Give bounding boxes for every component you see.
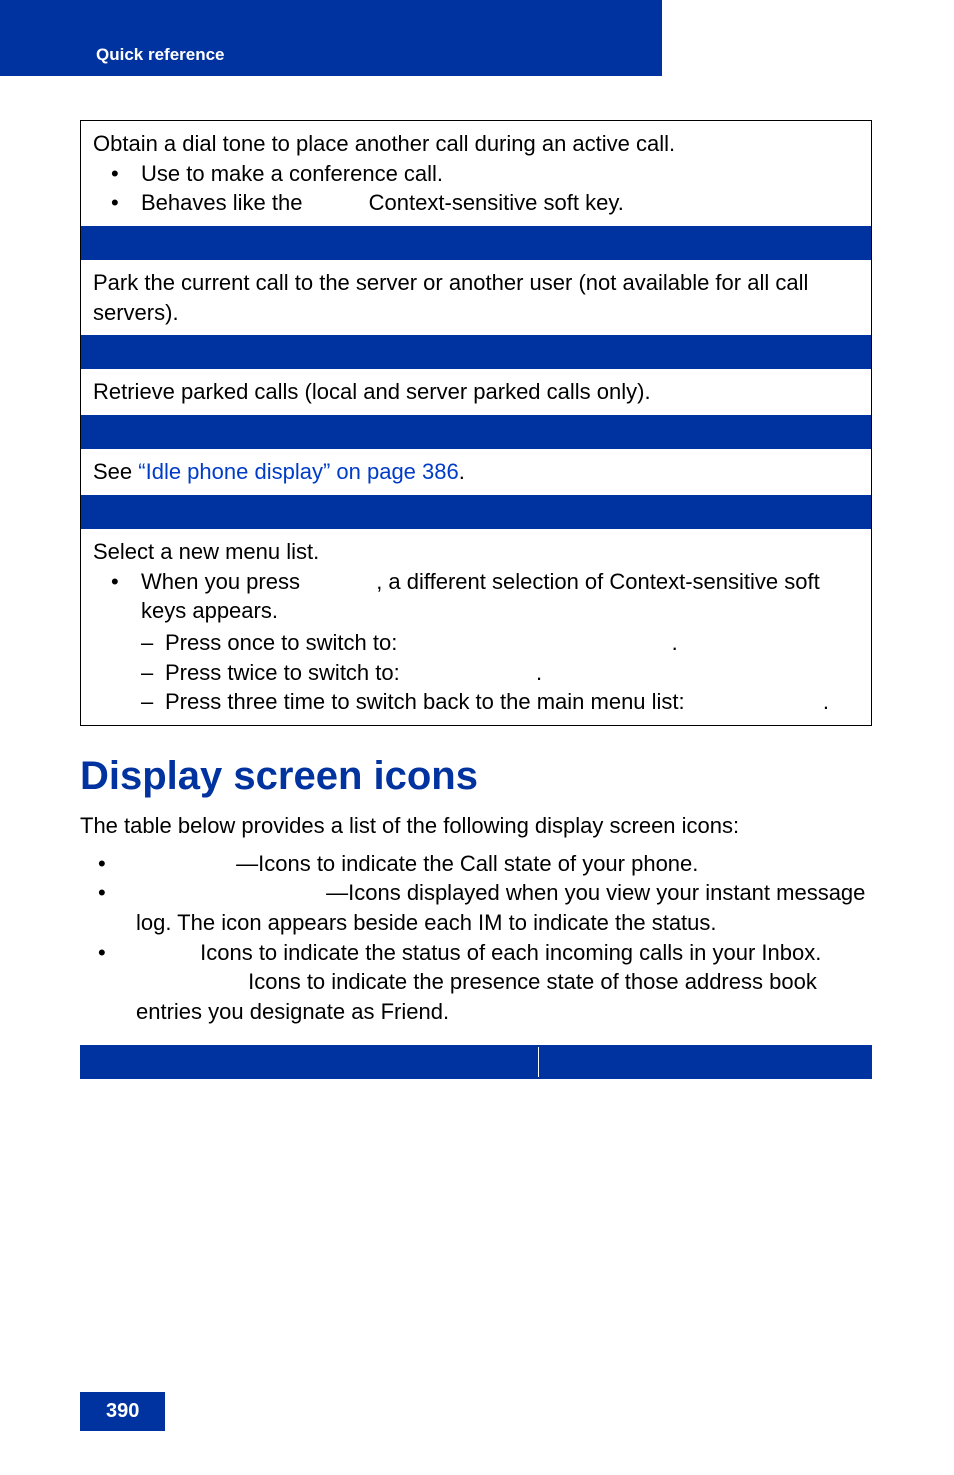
row2-text: Park the current call to the server or a… — [93, 270, 808, 325]
icon-table-col1 — [82, 1047, 539, 1077]
table-row: Park the current call to the server or a… — [81, 260, 871, 335]
list-item: —Icons displayed when you view your inst… — [80, 878, 872, 937]
bullet1-text: —Icons to indicate the Call state of you… — [236, 851, 698, 876]
icon-table-header — [80, 1045, 872, 1079]
table-header-blank — [81, 335, 871, 369]
table-row: Select a new menu list. When you press ,… — [81, 529, 871, 725]
row5-bullet-pre: When you press — [141, 569, 306, 594]
table-row: Retrieve parked calls (local and server … — [81, 369, 871, 415]
list-item: When you press , a different selection o… — [93, 567, 859, 717]
row5-sub2-post: . — [536, 660, 542, 685]
trailing-paragraph: Icons to indicate the presence state of … — [80, 967, 872, 1026]
row4-pre: See — [93, 459, 138, 484]
reference-table: Obtain a dial tone to place another call… — [80, 120, 872, 726]
page-number: 390 — [80, 1392, 165, 1431]
table-row: See “Idle phone display” on page 386. — [81, 449, 871, 495]
page-header-title: Quick reference — [96, 45, 225, 64]
row1-bullet2-pre: Behaves like the — [141, 190, 309, 215]
list-item: Icons to indicate the status of each inc… — [80, 938, 872, 968]
row5-line: Select a new menu list. — [93, 537, 859, 567]
list-item: Behaves like the Context-sensitive soft … — [93, 188, 859, 218]
list-item: Press once to switch to: . — [141, 628, 859, 658]
row4-post: . — [459, 459, 465, 484]
table-row: Obtain a dial tone to place another call… — [81, 121, 871, 226]
row5-sub3-pre: Press three time to switch back to the m… — [165, 689, 691, 714]
page-header-bar: Quick reference — [0, 0, 662, 76]
list-item: —Icons to indicate the Call state of you… — [80, 849, 872, 879]
icon-table-col2 — [539, 1047, 870, 1077]
table-header-blank — [81, 226, 871, 260]
row1-bullet1: Use to make a conference call. — [141, 161, 443, 186]
list-item: Press three time to switch back to the m… — [141, 687, 859, 717]
cross-reference-link[interactable]: “Idle phone display” on page 386 — [138, 459, 458, 484]
row1-bullet2-post: Context-sensitive soft key. — [369, 190, 624, 215]
list-item: Press twice to switch to: . — [141, 658, 859, 688]
tail-text: Icons to indicate the presence state of … — [136, 969, 817, 1024]
row5-sub3-post: . — [823, 689, 829, 714]
table-header-blank — [81, 415, 871, 449]
bullet2-text: —Icons displayed when you view your inst… — [136, 880, 865, 935]
row5-sub2-pre: Press twice to switch to: — [165, 660, 406, 685]
row3-text: Retrieve parked calls (local and server … — [93, 379, 651, 404]
page-content: Obtain a dial tone to place another call… — [80, 120, 872, 1079]
section-heading: Display screen icons — [80, 754, 872, 799]
row1-line: Obtain a dial tone to place another call… — [93, 129, 859, 159]
table-header-blank — [81, 495, 871, 529]
section-intro: The table below provides a list of the f… — [80, 811, 872, 841]
bullet3-text: Icons to indicate the status of each inc… — [200, 940, 821, 965]
row5-sub1-pre: Press once to switch to: — [165, 630, 403, 655]
row5-sub1-post: . — [672, 630, 678, 655]
list-item: Use to make a conference call. — [93, 159, 859, 189]
